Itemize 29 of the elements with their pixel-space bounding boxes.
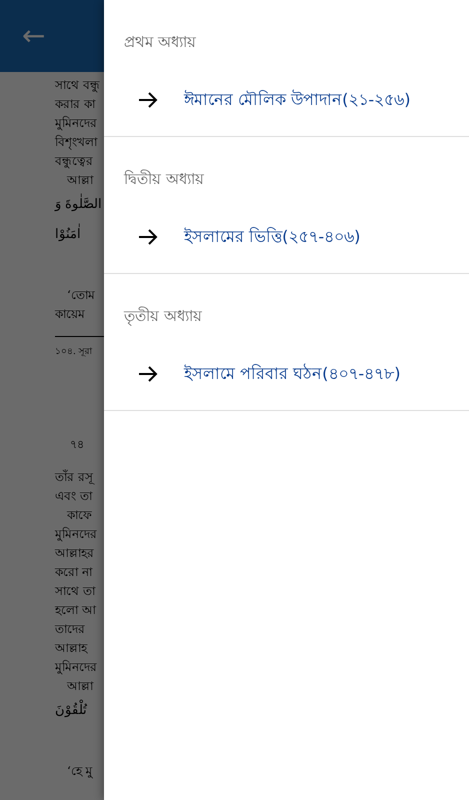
page-text-line: করো না — [55, 565, 92, 579]
page-text-line: কায়েম — [55, 307, 85, 321]
page-text-line: তাঁর রসূ — [55, 470, 93, 484]
page-text-line: আল্লাহ — [55, 641, 87, 655]
chapter-link[interactable]: ইসলামের ভিত্তি(২৫৭-৪০৬) — [124, 225, 360, 249]
page-text-line: সাথে বন্ধু — [55, 78, 100, 92]
page-text-line: সাথে তা — [55, 584, 95, 598]
page-text-line: তাদের — [55, 622, 85, 636]
page-text-line: করার কা — [55, 97, 95, 111]
chapter-heading: তৃতীয় অধ্যায় — [124, 306, 202, 328]
page-text-line: আল্লা — [67, 173, 93, 187]
footnote: ১০৪. সূরা — [55, 347, 93, 357]
page-text-line: ‘হে মু — [67, 764, 93, 778]
chapter-link[interactable]: ইসলামে পরিবার ঘঠন(৪০৭-৪৭৮) — [124, 362, 400, 386]
page-text-line: আল্লা — [67, 679, 93, 693]
page-text-line: কাফে — [67, 508, 92, 522]
page-text-line: মুমিনদের — [55, 527, 97, 541]
page-number: ৭৪ — [70, 438, 84, 451]
page-text-line: বিশৃংখলা — [55, 135, 97, 149]
chapter-heading: প্রথম অধ্যায় — [124, 32, 196, 53]
chapter-heading: দ্বিতীয় অধ্যায় — [124, 168, 204, 190]
page-text-line: মুমিনদের — [55, 660, 97, 674]
chapter-link[interactable]: ঈমানের মৌলিক উপাদান(২১-২৫৬) — [124, 88, 410, 112]
page-text-line: বন্ধুত্বের — [55, 154, 93, 168]
page-text-line: এবং তা — [55, 489, 92, 503]
page-text-line: মুমিনদের — [55, 116, 97, 130]
page-text-line: আল্লাহর — [55, 546, 94, 560]
page-text-line: ‘তোম — [67, 288, 95, 302]
page-text-line: হলো আ — [55, 603, 96, 617]
